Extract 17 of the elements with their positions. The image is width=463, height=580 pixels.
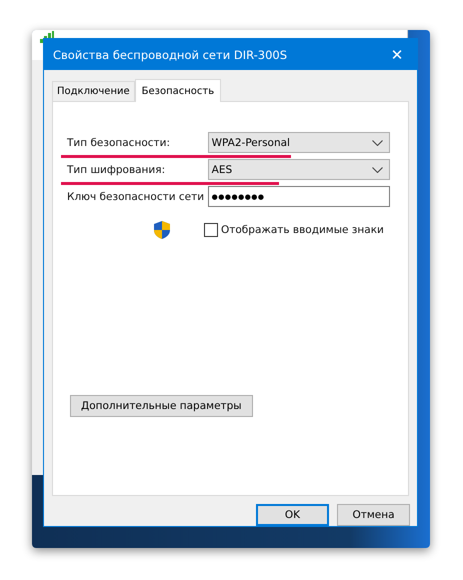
cancel-button[interactable]: Отмена: [337, 504, 410, 526]
chevron-down-icon: [372, 166, 383, 172]
chevron-down-icon: [372, 140, 383, 146]
shield-icon: [154, 221, 170, 239]
field-label: Тип безопасности:: [67, 136, 171, 148]
window-title: Свойства беспроводной сети DIR-300S: [53, 48, 288, 62]
field-label: Ключ безопасности сети: [67, 190, 206, 202]
checkbox-label: Отображать вводимые знаки: [221, 224, 384, 236]
dropdown[interactable]: AES: [208, 159, 390, 180]
checkbox[interactable]: [204, 223, 218, 237]
tab[interactable]: Безопасность: [134, 79, 222, 102]
dropdown[interactable]: WPA2-Personal: [208, 132, 390, 153]
close-button[interactable]: ✕: [377, 39, 417, 70]
advanced-settings-button[interactable]: Дополнительные параметры: [70, 395, 253, 417]
ok-button[interactable]: OK: [256, 504, 329, 526]
tab[interactable]: Подключение: [52, 81, 135, 101]
field-label: Тип шифрования:: [67, 164, 166, 176]
